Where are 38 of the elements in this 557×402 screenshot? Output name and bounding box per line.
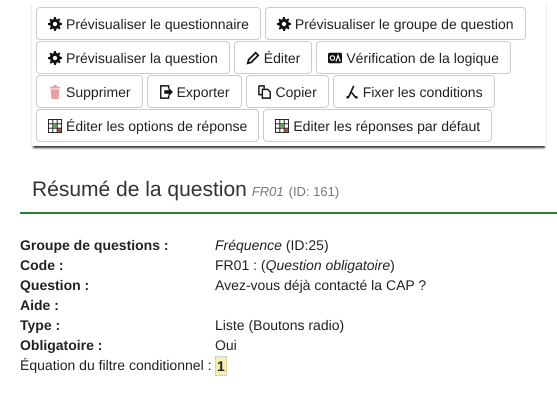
gear-icon: [276, 16, 291, 30]
field-value: Oui: [215, 336, 238, 354]
action-button[interactable]: Prévisualiser le questionnaire: [36, 7, 261, 40]
delete-button[interactable]: Supprimer: [36, 75, 143, 108]
gear-icon: [48, 50, 62, 64]
action-button[interactable]: Prévisualiser le groupe de question: [264, 7, 526, 40]
field-label: Question :: [20, 276, 90, 294]
question-id: (ID: 161): [288, 184, 340, 199]
copy-icon: [258, 84, 272, 98]
field-value: Fréquence (ID:25): [215, 236, 330, 254]
field-label: Équation du filtre conditionnel :: [20, 356, 212, 375]
grid-icon: [48, 118, 62, 132]
action-button[interactable]: Copier: [246, 75, 329, 108]
question-code: FR01: [252, 184, 284, 199]
action-button[interactable]: Vérification de la logique: [316, 41, 511, 74]
section-title: Résumé de la question: [32, 178, 247, 202]
action-button[interactable]: Exporter: [146, 75, 242, 108]
field-label: Type :: [20, 316, 62, 334]
field-value: Avez-vous déjà contacté la CAP ?: [215, 276, 428, 294]
trash-icon: [48, 84, 62, 98]
equation-value: 1: [215, 356, 227, 376]
action-button[interactable]: Éditer: [234, 41, 312, 74]
field-label: Aide :: [20, 296, 60, 314]
fork-icon: [344, 84, 359, 98]
action-button[interactable]: Éditer les options de réponse: [36, 109, 260, 142]
gear-icon: [48, 16, 62, 30]
pencil-icon: [246, 50, 260, 64]
field-value: Liste (Boutons radio): [215, 316, 346, 334]
field-label: Obligatoire :: [20, 336, 104, 354]
export-icon: [158, 84, 173, 98]
action-button[interactable]: Prévisualiser la question: [36, 41, 230, 74]
action-button[interactable]: Editer les réponses par défaut: [263, 109, 492, 142]
action-button[interactable]: Fixer les conditions: [332, 75, 495, 108]
field-value: FR01 : (Question obligatoire): [215, 256, 396, 274]
field-label: Groupe de questions :: [20, 236, 170, 254]
qa-icon: [328, 50, 342, 64]
field-label: Code :: [20, 256, 65, 274]
grid-icon: [275, 118, 290, 132]
